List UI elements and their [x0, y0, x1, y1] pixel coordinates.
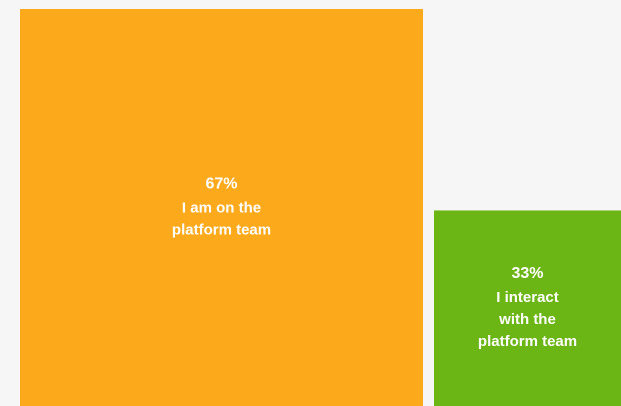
bar-1-category-label: I am on the	[182, 200, 261, 217]
bar-1-category-label: platform team	[172, 222, 271, 239]
bar-2-value-label: 33%	[511, 265, 543, 282]
bar-2-category-label: with the	[498, 311, 556, 328]
bar-1-value-label: 67%	[205, 176, 237, 193]
chart-canvas: 67% I am on the platform team 33% I interact…	[20, 9, 621, 406]
bar-2-category-label: I interact	[496, 289, 559, 306]
bar-2-category-label: platform team	[478, 333, 577, 350]
bar-2	[434, 210, 621, 406]
